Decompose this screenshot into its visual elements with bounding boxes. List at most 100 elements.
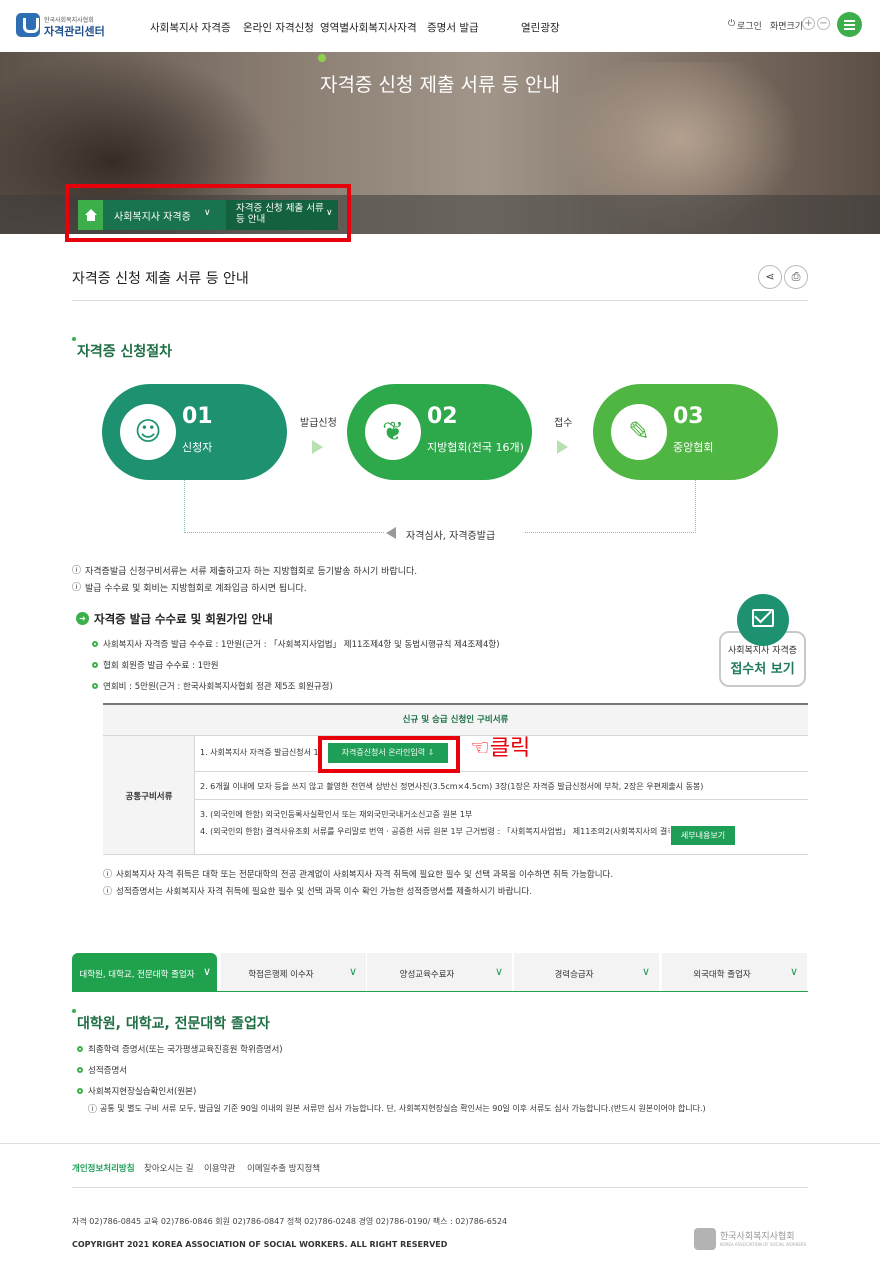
info-icon: ⓘ [72,566,82,576]
hero-title: 자격증 신청 제출 서류 등 안내 [320,74,560,96]
nav-item-online-apply[interactable]: 온라인 자격신청 [243,20,314,35]
zoom-out-button[interactable]: − [817,17,830,30]
nav-item-field-cert[interactable]: 영역별사회복지사자격 [320,20,417,35]
fee-item: 사회복지사 자격증 발급 수수료 : 1만원(근거 : 「사회복지사업법」 제1… [103,640,500,650]
detail-button[interactable]: 세부내용보기 [671,826,735,845]
bullet-icon [77,1046,83,1052]
page-title: 자격증 신청 제출 서류 등 안내 [72,271,249,287]
step-number: 02 [427,404,458,429]
breadcrumb-level1[interactable]: 사회복지사 자격증 ∨ [103,200,226,230]
step-number: 03 [673,404,704,429]
footer-link-terms[interactable]: 이용약관 [204,1162,235,1174]
tab-career-promotion[interactable]: 경력승급자 ∨ [514,953,659,992]
footer-copyright: COPYRIGHT 2021 KOREA ASSOCIATION OF SOCI… [72,1240,448,1249]
breadcrumb-level2[interactable]: 자격증 신청 제출 서류 등 안내 ∨ [226,200,338,230]
office-button-line2: 접수처 보기 [730,662,795,677]
share-icon[interactable]: ⋖ [758,265,782,289]
section-dot-icon [72,1009,76,1013]
logo-title[interactable]: 자격관리센터 [44,23,105,39]
step-label: 신청자 [182,441,213,454]
tab-label: 외국대학 졸업자 [693,970,751,980]
arrow-left-icon [386,527,396,539]
step-number: 01 [182,404,213,429]
table-row: 2. 6개월 이내에 모자 등을 쓰지 않고 촬영한 천연색 상반신 정면사진(… [200,782,704,791]
footer-link-email-policy[interactable]: 이메일추출 방지정책 [247,1162,320,1174]
tab-university-graduate[interactable]: 대학원, 대학교, 전문대학 졸업자 ∨ [72,953,217,992]
procedure-note: 발급 수수료 및 회비는 지방협회로 계좌입금 하시면 됩니다. [85,584,307,594]
arrow-right-icon [557,440,568,454]
fee-item: 연회비 : 5만원(근거 : 한국사회복지사협회 정관 제5조 회원규정) [103,682,333,692]
tab-label: 학점은행제 이수자 [248,970,314,980]
bullet-icon [77,1088,83,1094]
home-icon[interactable] [78,200,103,230]
click-annotation: ☜클릭 [470,736,531,761]
step-label: 중앙협회 [673,441,714,454]
info-icon: ⓘ [103,887,113,897]
certificate-icon: ✎ [611,404,667,460]
tab-label: 대학원, 대학교, 전문대학 졸업자 [79,970,195,980]
applicant-icon: ☺ [120,404,176,460]
table-row: 3. (외국인에 한함) 외국인등록사실확인서 또는 재외국민국내거소신고증 원… [200,810,473,819]
login-icon[interactable]: ⏻ [728,19,735,29]
table-note: 사회복지사 자격 취득은 대학 또는 전문대학의 전공 관계없이 사회복지사 자… [116,870,614,880]
tab-credit-bank[interactable]: 학점은행제 이수자 ∨ [221,953,366,992]
chevron-down-icon: ∨ [641,965,650,978]
tab-foreign-university[interactable]: 외국대학 졸업자 ∨ [662,953,807,992]
footer-contact: 자격 02)786-0845 교육 02)786-0846 회원 02)786-… [72,1217,508,1226]
hero-dot-icon [318,54,326,62]
nav-item-issuance[interactable]: 증명서 발급 [427,20,479,35]
screen-size-label: 화면크기 [770,22,804,32]
arrow-circle-icon: ➜ [76,612,89,625]
footer-divider [0,1143,880,1144]
graduate-item: 성적증명서 [88,1066,128,1076]
hamburger-menu-button[interactable] [837,12,862,37]
footer-logo-icon [694,1228,716,1250]
bullet-icon [92,662,98,668]
footer-logo-en: KOREA ASSOCIATION OF SOCIAL WORKERS [720,1242,807,1247]
chevron-down-icon: ∨ [494,965,503,978]
breadcrumb-level1-label: 사회복지사 자격증 [114,212,191,223]
graduate-note: 공통 및 별도 구비 서류 모두, 발급일 기준 90일 이내의 원본 서류만 … [100,1104,706,1113]
table-header: 신규 및 승급 신청인 구비서류 [402,715,509,725]
plant-hand-icon: ❦ [365,404,421,460]
chevron-down-icon: ∨ [348,965,357,978]
nav-item-open-square[interactable]: 열린광장 [521,20,560,35]
procedure-title: 자격증 신청절차 [77,344,173,360]
download-icon: ⇩ [427,748,435,757]
step-central-association: ✎ 03 중앙협회 [593,384,778,480]
breadcrumb-level2-label: 자격증 신청 제출 서류 등 안내 [236,203,324,225]
logo-icon[interactable] [16,13,40,37]
tab-training-course[interactable]: 양성교육수료자 ∨ [367,953,512,992]
print-icon[interactable]: ⎙ [784,265,808,289]
footer-inner-divider [72,1187,808,1188]
bullet-icon [77,1067,83,1073]
chevron-down-icon: ∨ [202,965,211,978]
step-label: 지방협회(전국 16개) [427,441,524,454]
chevron-down-icon: ∨ [326,208,333,218]
table-row: 4. (외국인의 한함) 결격사유조회 서류를 우리말로 번역 · 공증한 서류… [200,827,670,836]
graduate-item: 최종학력 증명서(또는 국가평생교육진흥원 학위증명서) [88,1045,283,1055]
tab-underline [72,991,808,992]
online-application-button[interactable]: 자격증신청서 온라인입력 ⇩ [328,743,448,763]
footer-link-privacy[interactable]: 개인정보처리방침 [72,1162,135,1174]
fee-title: 자격증 발급 수수료 및 회원가입 안내 [94,612,273,626]
zoom-in-button[interactable]: + [802,17,815,30]
table-row: 1. 사회복지사 자격증 발급신청서 1부 [200,748,326,757]
section-dot-icon [72,337,76,341]
procedure-note: 자격증발급 신청구비서류는 서류 제출하고자 하는 지방협회로 등기발송 하시기… [85,567,418,577]
step-regional-association: ❦ 02 지방협회(전국 16개) [347,384,532,480]
envelope-icon[interactable] [737,594,789,646]
online-application-label: 자격증신청서 온라인입력 [341,748,426,757]
info-icon: ⓘ [88,1105,98,1115]
footer-logo-text: 한국사회복지사협회 [720,1232,795,1242]
bullet-icon [92,641,98,647]
footer-link-directions[interactable]: 찾아오시는 길 [144,1162,194,1174]
graduate-title: 대학원, 대학교, 전문대학 졸업자 [77,1016,270,1032]
chevron-down-icon: ∨ [789,965,798,978]
table-note: 성적증명서는 사회복지사 자격 취득에 필요한 필수 및 선택 과목 이수 확인… [116,887,532,897]
info-icon: ⓘ [72,583,82,593]
fee-item: 협회 회원증 발급 수수료 : 1만원 [103,661,219,671]
nav-item-certificate[interactable]: 사회복지사 자격증 [150,20,231,35]
chevron-down-icon: ∨ [204,208,211,218]
login-link[interactable]: 로그인 [737,19,762,32]
